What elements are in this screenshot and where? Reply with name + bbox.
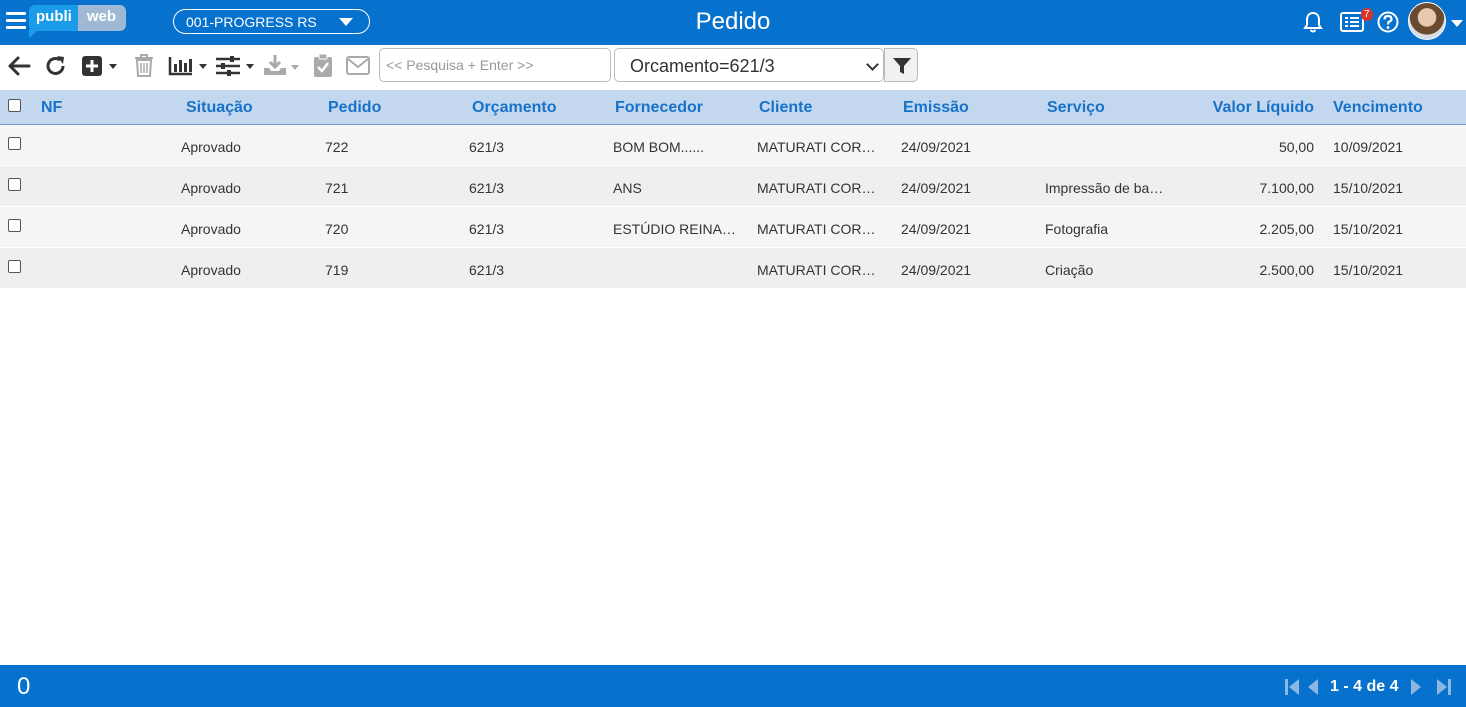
column-header-nf[interactable]: NF (41, 99, 62, 117)
cell-pedido: 721 (325, 180, 349, 196)
top-bar: publi web 001-PROGRESS RS Pedido 7 (0, 0, 1466, 45)
table-row[interactable]: Aprovado 721 621/3 ANS MATURATI COR… 24/… (0, 166, 1466, 207)
logo[interactable]: publi web (29, 5, 127, 31)
cell-pedido: 722 (325, 139, 349, 155)
cell-vencimento: 15/10/2021 (1333, 180, 1404, 196)
cell-servico: Impressão de ba… (1045, 180, 1164, 196)
avatar[interactable] (1408, 2, 1446, 40)
cell-orcamento: 621/3 (469, 262, 505, 278)
row-checkbox[interactable] (8, 178, 21, 191)
cell-orcamento: 621/3 (469, 139, 505, 155)
column-header-situacao[interactable]: Situação (186, 99, 253, 117)
select-all-checkbox[interactable] (8, 99, 21, 112)
cell-vencimento: 10/09/2021 (1333, 139, 1404, 155)
clipboard-check-icon[interactable] (313, 53, 333, 78)
selected-count: 0 (17, 673, 31, 700)
help-icon[interactable] (1377, 11, 1399, 33)
filter-select-value: Orcamento=621/3 (630, 56, 775, 76)
back-arrow-icon[interactable] (7, 55, 31, 77)
cell-pedido: 719 (325, 262, 349, 278)
first-page-icon[interactable] (1284, 678, 1300, 696)
column-header-vencimento[interactable]: Vencimento (1333, 99, 1423, 117)
filter-select[interactable]: Orcamento=621/3 (614, 48, 884, 82)
column-header-valor-liquido[interactable]: Valor Líquido (1180, 99, 1314, 117)
caret-down-icon[interactable] (1451, 20, 1463, 27)
cell-valor-liquido: 2.500,00 (1259, 262, 1315, 278)
logo-left-text: publi (29, 5, 78, 31)
chart-icon[interactable] (168, 55, 208, 77)
cell-orcamento: 621/3 (469, 180, 505, 196)
cell-vencimento: 15/10/2021 (1333, 262, 1404, 278)
column-header-emissao[interactable]: Emissão (903, 99, 969, 117)
table-row[interactable]: Aprovado 719 621/3 MATURATI COR… 24/09/2… (0, 248, 1466, 289)
table-row[interactable]: Aprovado 722 621/3 BOM BOM...... MATURAT… (0, 125, 1466, 166)
cell-situacao: Aprovado (181, 221, 241, 237)
refresh-icon[interactable] (44, 54, 68, 78)
cell-cliente: MATURATI COR… (757, 139, 876, 155)
cell-pedido: 720 (325, 221, 349, 237)
column-header-pedido[interactable]: Pedido (328, 99, 381, 117)
column-header-cliente[interactable]: Cliente (759, 99, 812, 117)
cell-cliente: MATURATI COR… (757, 180, 876, 196)
bell-icon[interactable] (1303, 11, 1323, 33)
company-label: 001-PROGRESS RS (186, 14, 317, 30)
chevron-down-icon (866, 58, 879, 71)
cell-servico: Criação (1045, 262, 1094, 278)
cell-fornecedor: ESTÚDIO REINA… (613, 221, 736, 237)
cell-valor-liquido: 2.205,00 (1259, 221, 1315, 237)
table-row[interactable]: Aprovado 720 621/3 ESTÚDIO REINA… MATURA… (0, 207, 1466, 248)
row-checkbox[interactable] (8, 219, 21, 232)
download-icon[interactable] (262, 54, 300, 78)
filter-button[interactable] (884, 48, 918, 82)
previous-page-icon[interactable] (1306, 678, 1320, 696)
column-header-fornecedor[interactable]: Fornecedor (615, 99, 703, 117)
cell-valor-liquido: 7.100,00 (1259, 180, 1315, 196)
cell-orcamento: 621/3 (469, 221, 505, 237)
cell-cliente: MATURATI COR… (757, 262, 876, 278)
cell-servico: Fotografia (1045, 221, 1109, 237)
company-selector[interactable]: 001-PROGRESS RS (173, 9, 370, 34)
page-title: Pedido (695, 8, 771, 35)
row-checkbox[interactable] (8, 260, 21, 273)
trash-icon[interactable] (133, 53, 155, 78)
footer-bar: 0 1 - 4 de 4 (0, 665, 1466, 707)
envelope-icon[interactable] (346, 56, 370, 75)
caret-down-icon (339, 18, 353, 26)
last-page-icon[interactable] (1436, 678, 1452, 696)
table-header: NF Situação Pedido Orçamento Fornecedor … (0, 90, 1466, 125)
cell-fornecedor: BOM BOM...... (613, 139, 705, 155)
pagination-info: 1 - 4 de 4 (1330, 678, 1399, 695)
column-header-orcamento[interactable]: Orçamento (472, 99, 556, 117)
cell-cliente: MATURATI COR… (757, 221, 876, 237)
cell-situacao: Aprovado (181, 139, 241, 155)
menu-icon[interactable] (6, 12, 26, 32)
cell-situacao: Aprovado (181, 262, 241, 278)
sliders-icon[interactable] (215, 55, 255, 77)
next-page-icon[interactable] (1409, 678, 1423, 696)
cell-vencimento: 15/10/2021 (1333, 221, 1404, 237)
cell-fornecedor: ANS (613, 180, 642, 196)
row-checkbox[interactable] (8, 137, 21, 150)
notification-badge: 7 (1361, 8, 1373, 21)
column-header-servico[interactable]: Serviço (1047, 99, 1105, 117)
cell-emissao: 24/09/2021 (901, 221, 972, 237)
add-icon[interactable] (81, 55, 119, 77)
search-input[interactable] (379, 48, 611, 82)
cell-emissao: 24/09/2021 (901, 180, 972, 196)
logo-right-text: web (77, 5, 127, 31)
cell-emissao: 24/09/2021 (901, 139, 972, 155)
filter-icon (893, 58, 911, 74)
cell-situacao: Aprovado (181, 180, 241, 196)
cell-valor-liquido: 50,00 (1278, 139, 1314, 155)
cell-emissao: 24/09/2021 (901, 262, 972, 278)
logo-tail (29, 29, 39, 38)
